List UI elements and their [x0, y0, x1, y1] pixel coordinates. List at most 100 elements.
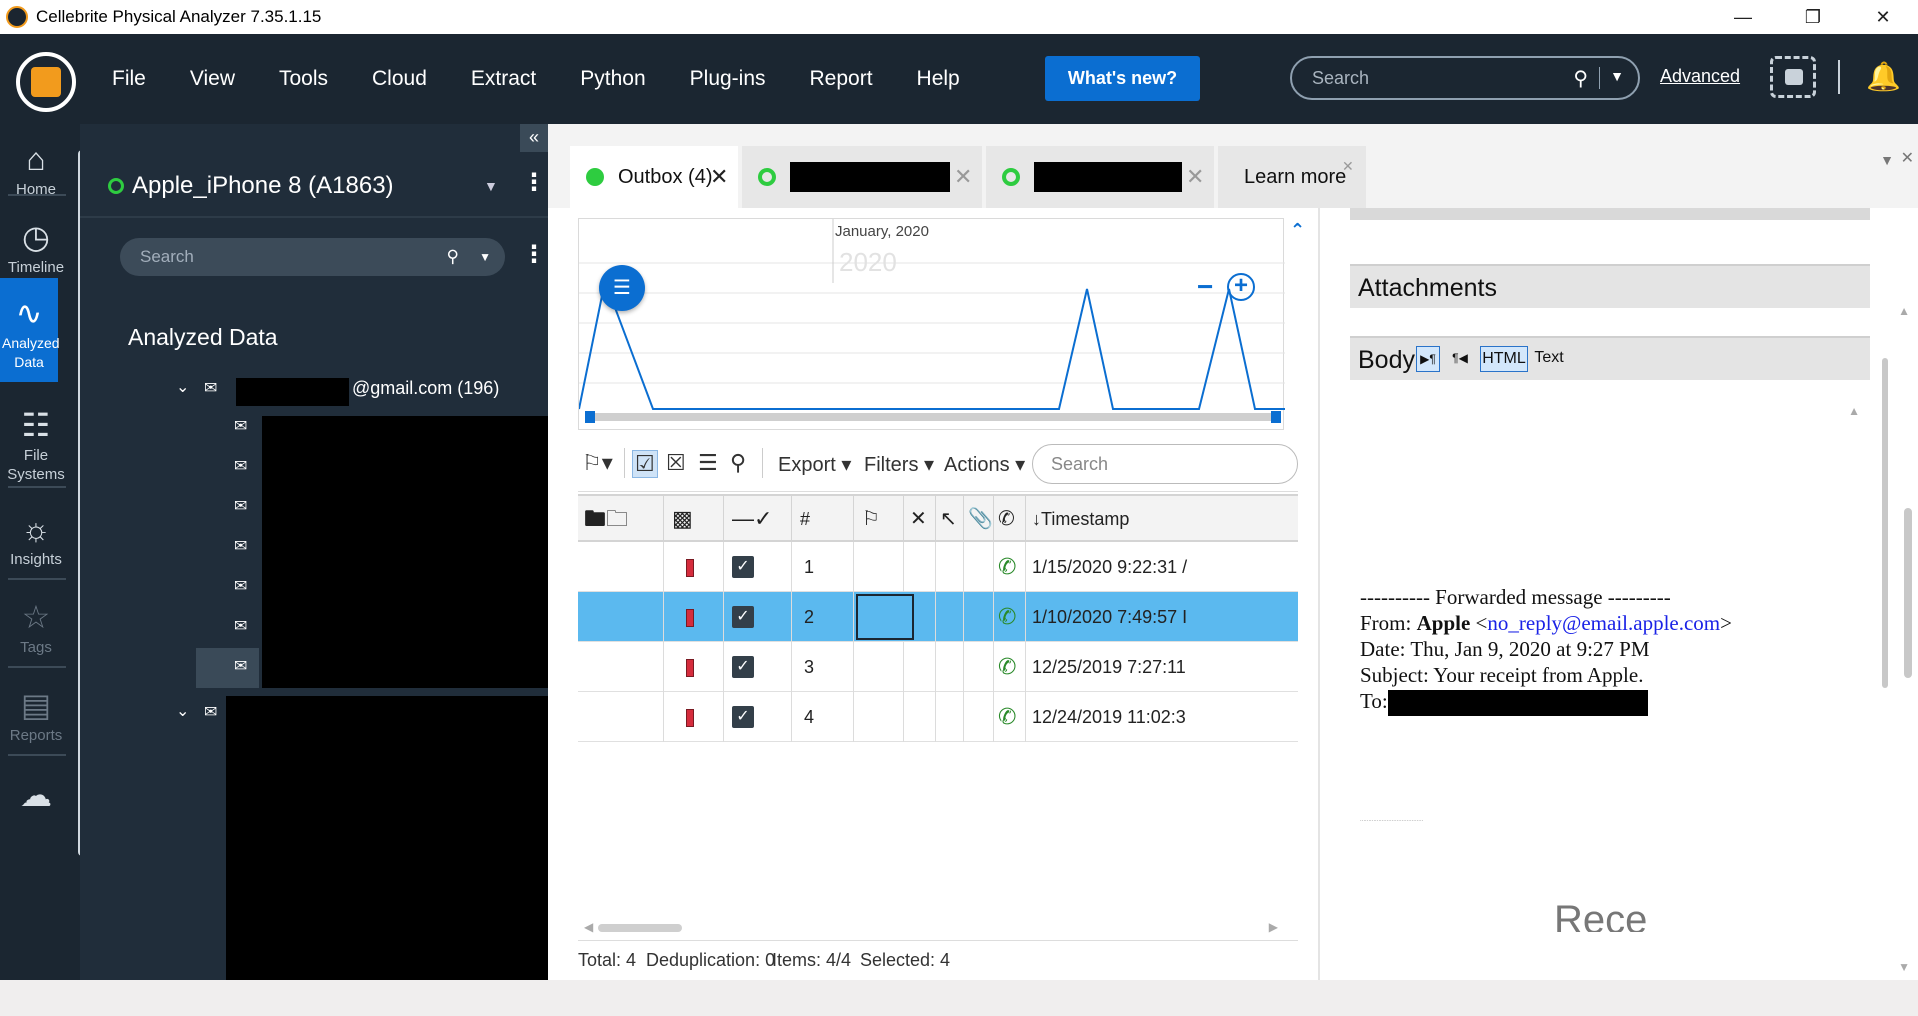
zoom-out-icon[interactable]: − — [1197, 271, 1213, 303]
scroll-right-icon[interactable]: ▶ — [1269, 920, 1278, 934]
cellebrite-logo-icon[interactable] — [16, 52, 76, 112]
format-text-button[interactable]: Text — [1534, 346, 1564, 372]
whats-new-button[interactable]: What's new? — [1045, 56, 1200, 101]
chevron-down-icon[interactable]: ⌄ — [176, 377, 189, 397]
envelope-icon[interactable]: ✉ — [234, 576, 247, 596]
body-vertical-scrollbar[interactable] — [1882, 358, 1888, 688]
menu-extract[interactable]: Extract — [471, 67, 536, 91]
table-row-selected[interactable]: ✓ 2 ✆ 1/10/2020 7:49:57 I — [578, 592, 1298, 642]
restore-button[interactable]: ❐ — [1778, 0, 1848, 34]
row-checkbox[interactable]: ✓ — [732, 606, 754, 628]
delete-column-icon[interactable]: ✕ — [904, 496, 936, 542]
menu-report[interactable]: Report — [810, 67, 873, 91]
zoom-in-icon[interactable]: + — [1227, 273, 1255, 301]
chevron-down-icon[interactable]: ⌄ — [176, 701, 189, 721]
envelope-icon[interactable]: ✉ — [234, 416, 247, 436]
tab-outbox[interactable]: Outbox (4) ✕ — [570, 146, 738, 208]
envelope-icon[interactable]: ✉ — [234, 456, 247, 476]
chevron-down-icon[interactable]: ▼ — [484, 178, 498, 194]
row-checkbox[interactable]: ✓ — [732, 656, 754, 678]
rail-item-analyzed-data[interactable]: ∿ Analyzed Data — [0, 278, 60, 382]
row-checkbox[interactable]: ✓ — [732, 556, 754, 578]
menu-python[interactable]: Python — [580, 67, 645, 91]
account-row[interactable]: ⌄ ✉ @gmail.com (196) — [80, 372, 548, 408]
filters-menu[interactable]: Filters ▾ — [864, 452, 934, 477]
actions-menu[interactable]: Actions ▾ — [944, 452, 1025, 477]
check-column-icon[interactable]: —✓ — [724, 496, 792, 542]
panel-splitter[interactable] — [1318, 208, 1320, 980]
menu-tools[interactable]: Tools — [279, 67, 328, 91]
search-icon[interactable]: ⚲ — [1573, 66, 1588, 91]
menu-view[interactable]: View — [190, 67, 235, 91]
scroll-up-icon[interactable]: ▲ — [1848, 404, 1860, 418]
scroll-up-icon[interactable]: ▲ — [1898, 304, 1910, 318]
format-html-button[interactable]: HTML — [1480, 346, 1528, 372]
menu-cloud[interactable]: Cloud — [372, 67, 427, 91]
number-column-header[interactable]: # — [792, 496, 854, 542]
device-more-icon[interactable]: ⋮ — [522, 168, 546, 197]
close-all-tabs-icon[interactable]: ✕ — [1901, 148, 1914, 168]
search-icon[interactable]: ⚲ — [447, 238, 459, 276]
scroll-down-icon[interactable]: ▼ — [1898, 960, 1910, 974]
timestamp-column-header[interactable]: ↓Timestamp — [1026, 496, 1298, 542]
envelope-icon[interactable]: ✉ — [234, 536, 247, 556]
table-row[interactable]: ✓ 1 ✆ 1/15/2020 9:22:31 / — [578, 542, 1298, 592]
tag-icon[interactable]: ⚐▾ — [582, 450, 613, 476]
tab-learn-more[interactable]: Learn more ✕ — [1218, 146, 1366, 208]
folder-column-icon[interactable]: 🖿🗀 — [578, 496, 664, 542]
list-details-icon[interactable]: ☰ — [698, 450, 718, 476]
scroll-left-icon[interactable]: ◀ — [584, 920, 593, 934]
close-tab-icon[interactable]: ✕ — [710, 164, 728, 190]
panel-vertical-scrollbar[interactable] — [1904, 508, 1912, 678]
from-email-link[interactable]: no_reply@email.apple.com — [1487, 611, 1720, 635]
checklist-partial-icon[interactable]: ☒ — [666, 450, 686, 476]
table-search-input[interactable]: Search — [1032, 444, 1298, 484]
minimize-button[interactable]: — — [1708, 0, 1778, 34]
row-checkbox[interactable]: ✓ — [732, 706, 754, 728]
search-more-icon[interactable]: ⋮ — [522, 240, 546, 269]
chevron-down-icon[interactable]: ▼ — [479, 238, 491, 276]
close-tab-icon[interactable]: ✕ — [954, 164, 972, 190]
tab-redacted-1[interactable]: ✕ — [742, 146, 982, 208]
envelope-icon[interactable]: ✉ — [234, 616, 247, 636]
screenshot-camera-icon[interactable] — [1770, 56, 1816, 98]
chart-column-icon[interactable]: ▩ — [664, 496, 724, 542]
envelope-icon[interactable]: ✉ — [234, 496, 247, 516]
menu-file[interactable]: File — [112, 67, 146, 91]
chevron-down-icon[interactable]: ▼ — [1610, 68, 1624, 84]
redacted-block — [1034, 162, 1182, 192]
call-column-icon[interactable]: ✆ — [994, 496, 1026, 542]
envelope-icon[interactable]: ✉ — [234, 656, 247, 676]
chat-view-icon[interactable]: ⚲ — [730, 450, 746, 476]
advanced-search-link[interactable]: Advanced — [1660, 66, 1740, 87]
tag-column-icon[interactable]: ⚐ — [854, 496, 904, 542]
collapse-timeline-icon[interactable]: ⌃ — [1290, 220, 1305, 241]
attachments-header[interactable]: Attachments — [1350, 264, 1870, 308]
device-search-input[interactable]: Search ⚲ ▼ — [120, 238, 505, 276]
close-tab-icon[interactable]: ✕ — [1186, 164, 1204, 190]
list-view-icon[interactable]: ☰ — [599, 265, 645, 311]
checklist-icon[interactable]: ☑ — [632, 450, 658, 478]
rail-item-cloud[interactable]: ☁ — [0, 760, 72, 860]
menu-plugins[interactable]: Plug-ins — [690, 67, 766, 91]
ltr-icon[interactable]: ▶¶ — [1416, 346, 1440, 372]
close-window-button[interactable]: ✕ — [1848, 0, 1918, 34]
notification-bell-icon[interactable]: 🔔 — [1866, 60, 1901, 93]
close-tab-icon[interactable]: ✕ — [1342, 158, 1354, 175]
global-search-input[interactable]: Search ⚲ ▼ — [1290, 56, 1640, 100]
export-menu[interactable]: Export ▾ — [778, 452, 851, 477]
rail-item-file-systems[interactable]: ☷ File Systems — [0, 390, 72, 490]
tab-list-icon[interactable]: ▼ — [1880, 152, 1894, 168]
scroll-thumb[interactable] — [598, 924, 682, 932]
table-horizontal-scrollbar[interactable]: ◀ ▶ — [584, 920, 1278, 934]
device-selector[interactable]: Apple_iPhone 8 (A1863) ▼ ⋮ — [80, 154, 548, 218]
pin-column-icon[interactable]: ↖ — [936, 496, 964, 542]
tab-redacted-2[interactable]: ✕ — [986, 146, 1214, 208]
table-row[interactable]: ✓ 4 ✆ 12/24/2019 11:02:3 — [578, 692, 1298, 742]
attachment-column-icon[interactable]: 📎 — [964, 496, 994, 542]
timeline-chart[interactable]: January, 2020 2020 ☰ − + — [578, 218, 1285, 430]
collapse-panel-icon[interactable]: « — [520, 124, 548, 152]
table-row[interactable]: ✓ 3 ✆ 12/25/2019 7:27:11 — [578, 642, 1298, 692]
menu-help[interactable]: Help — [917, 67, 960, 91]
rtl-icon[interactable]: ¶◀ — [1448, 346, 1472, 372]
